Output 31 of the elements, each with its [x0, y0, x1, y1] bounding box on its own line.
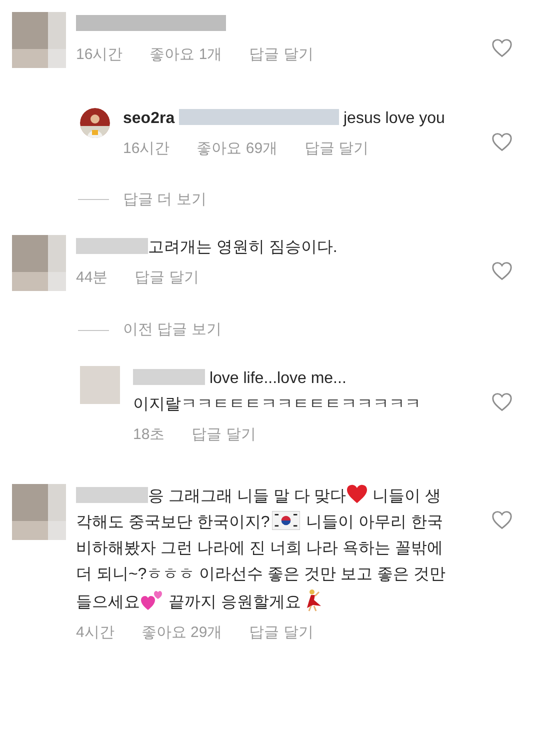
like-heart-icon[interactable]: [491, 38, 513, 58]
two-hearts-icon: [140, 589, 164, 611]
like-heart-icon[interactable]: [491, 261, 513, 281]
likes-count[interactable]: 좋아요 69개: [196, 138, 278, 160]
reply-link[interactable]: 답글 달기: [192, 424, 256, 446]
blurred-avatar: [12, 484, 66, 540]
comment-text: jesus love you: [342, 110, 445, 127]
likes-count[interactable]: 좋아요 1개: [150, 44, 222, 66]
blurred-avatar: [12, 235, 66, 291]
like-heart-icon[interactable]: [491, 132, 513, 152]
flag-emoji-icon: [272, 511, 300, 530]
reply-link[interactable]: 답글 달기: [249, 44, 314, 66]
username[interactable]: seo2ra: [123, 110, 175, 127]
likes-count[interactable]: 좋아요 29개: [141, 622, 222, 644]
blurred-avatar: [12, 12, 66, 68]
comment-time: 4시간: [76, 623, 114, 643]
reply-link[interactable]: 답글 달기: [134, 267, 199, 290]
comment-text: love life...love me... 이지랄ㅋㅋㅌㅌㅌㅋㅋㅌㅌㅌㅋㅋㅋㅋㅋ: [133, 370, 421, 412]
reply-link[interactable]: 답글 달기: [304, 138, 369, 160]
comment-time: 16시간: [76, 45, 123, 65]
reply-link[interactable]: 답글 달기: [249, 622, 314, 644]
like-heart-icon[interactable]: [491, 392, 513, 412]
view-replies-link[interactable]: 답글 더 보기: [123, 188, 206, 211]
heart-emoji-icon: [346, 484, 368, 504]
blurred-avatar: [80, 366, 120, 404]
like-heart-icon[interactable]: [491, 510, 513, 530]
view-replies-link[interactable]: 이전 답글 보기: [123, 319, 222, 342]
comment-time: 18초: [133, 424, 165, 444]
comment-time: 44분: [76, 268, 108, 288]
comment-time: 16시간: [123, 139, 170, 159]
comment-text: 고려개는 영원히 짐승이다.: [148, 239, 338, 256]
